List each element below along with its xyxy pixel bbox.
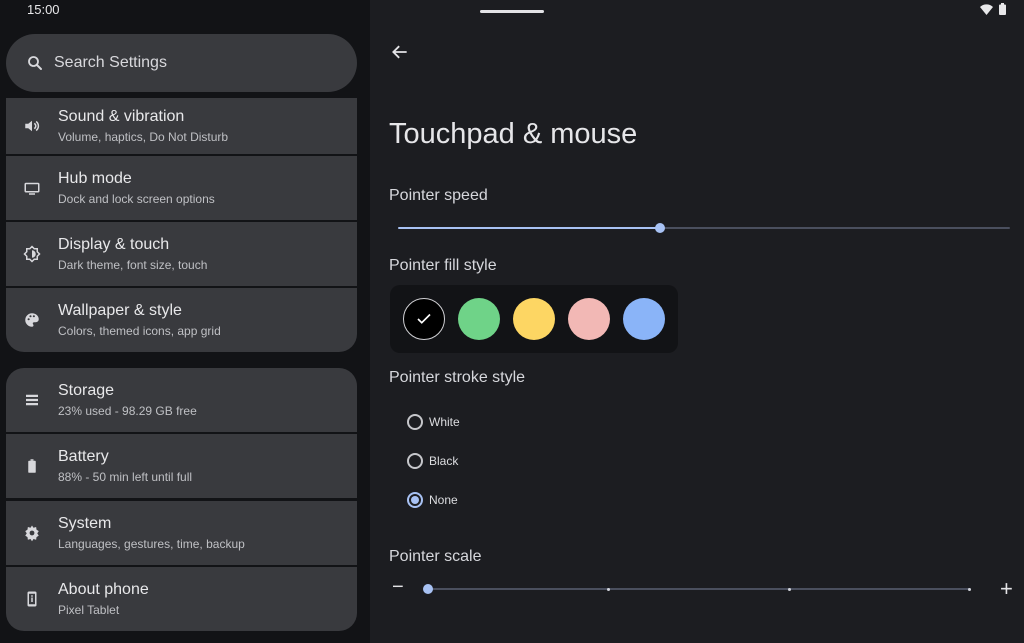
slider-active-track (398, 227, 660, 229)
slider-thumb[interactable] (655, 223, 665, 233)
slider-track (428, 588, 970, 590)
settings-item-sound[interactable]: Sound & vibration Volume, haptics, Do No… (6, 98, 357, 154)
pointer-stroke-label: Pointer stroke style (389, 369, 526, 386)
slider-tick (607, 587, 610, 591)
brightness-icon (23, 245, 41, 263)
page-title: Touchpad & mouse (389, 118, 638, 150)
storage-icon (26, 394, 38, 406)
settings-item-subtitle: Languages, gestures, time, backup (58, 536, 245, 551)
back-arrow-icon[interactable] (390, 42, 410, 62)
slider-tick (788, 587, 791, 591)
phone-info-icon (27, 591, 37, 607)
settings-item-hub-mode[interactable]: Hub mode Dock and lock screen options (6, 156, 357, 220)
status-time: 15:00 (27, 2, 60, 17)
stroke-option-none[interactable]: None (407, 492, 458, 508)
settings-item-subtitle: Dock and lock screen options (58, 191, 215, 206)
pointer-scale-label: Pointer scale (389, 548, 482, 565)
radio-button[interactable] (407, 414, 423, 430)
stroke-option-white[interactable]: White (407, 414, 460, 430)
settings-item-storage[interactable]: Storage 23% used - 98.29 GB free (6, 368, 357, 432)
slider-tick (968, 587, 971, 591)
pointer-speed-slider[interactable] (398, 220, 1010, 236)
settings-item-title: System (58, 514, 112, 532)
settings-item-subtitle: Pixel Tablet (58, 602, 120, 617)
radio-button-selected[interactable] (407, 492, 423, 508)
search-icon (28, 56, 42, 70)
fill-swatch-blue[interactable] (623, 298, 665, 340)
fill-swatch-yellow[interactable] (513, 298, 555, 340)
battery-icon (28, 459, 36, 473)
palette-icon (25, 313, 39, 327)
settings-item-title: About phone (58, 580, 149, 598)
settings-item-system[interactable]: System Languages, gestures, time, backup (6, 501, 357, 565)
status-icons (980, 3, 1006, 15)
search-bar[interactable]: Search Settings (6, 34, 357, 92)
settings-item-display[interactable]: Display & touch Dark theme, font size, t… (6, 222, 357, 286)
settings-item-title: Battery (58, 447, 109, 465)
fill-swatch-black[interactable] (403, 298, 445, 340)
radio-label: White (429, 415, 460, 429)
settings-item-subtitle: Volume, haptics, Do Not Disturb (58, 129, 229, 144)
slider-thumb[interactable] (423, 584, 433, 594)
radio-label: Black (429, 454, 459, 468)
settings-item-wallpaper[interactable]: Wallpaper & style Colors, themed icons, … (6, 288, 357, 352)
monitor-icon (24, 182, 40, 195)
settings-item-subtitle: Dark theme, font size, touch (58, 257, 208, 272)
settings-item-subtitle: 23% used - 98.29 GB free (58, 403, 197, 418)
settings-item-battery[interactable]: Battery 88% - 50 min left until full (6, 434, 357, 498)
battery-icon (999, 3, 1006, 15)
pointer-fill-label: Pointer fill style (389, 257, 497, 274)
settings-item-about-phone[interactable]: About phone Pixel Tablet (6, 567, 357, 631)
pointer-scale-slider[interactable] (422, 581, 974, 597)
settings-item-title: Wallpaper & style (58, 301, 182, 319)
check-icon (417, 313, 431, 324)
settings-item-subtitle: 88% - 50 min left until full (58, 469, 193, 484)
scale-decrease-button[interactable]: − (392, 576, 404, 599)
scale-increase-button[interactable]: + (1000, 576, 1013, 602)
gear-icon (25, 525, 39, 542)
settings-item-subtitle: Colors, themed icons, app grid (58, 323, 221, 338)
settings-item-title: Hub mode (58, 169, 132, 187)
pointer-speed-label: Pointer speed (389, 187, 488, 204)
navigation-handle[interactable] (480, 10, 544, 13)
stroke-option-black[interactable]: Black (407, 453, 458, 469)
settings-item-title: Storage (58, 381, 115, 399)
search-placeholder: Search Settings (54, 54, 167, 71)
fill-swatch-pink[interactable] (568, 298, 610, 340)
settings-item-title: Display & touch (58, 235, 170, 253)
radio-label: None (429, 493, 458, 507)
settings-item-title: Sound & vibration (58, 107, 185, 125)
volume-icon (25, 120, 40, 132)
radio-button[interactable] (407, 453, 423, 469)
slider-inactive-track (660, 227, 1010, 229)
fill-swatch-green[interactable] (458, 298, 500, 340)
wifi-icon (980, 3, 993, 15)
